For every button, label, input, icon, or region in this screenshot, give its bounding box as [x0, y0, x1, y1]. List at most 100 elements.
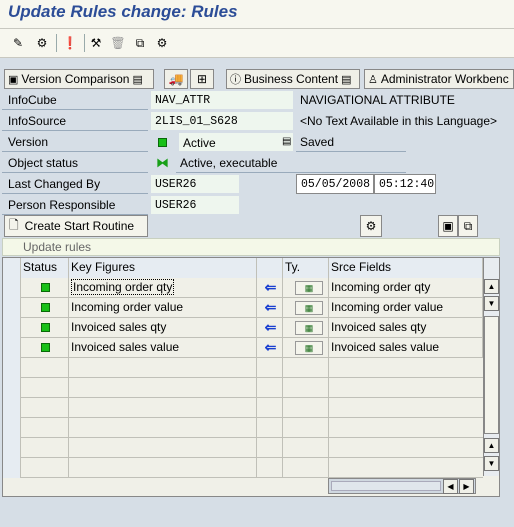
save-layout-icon[interactable]: ▣ — [438, 215, 458, 237]
source-field-cell[interactable]: Invoiced sales qty — [329, 318, 483, 338]
arrow-left-icon: ⇐ — [257, 318, 283, 338]
transport-icon[interactable]: ⚒ — [86, 33, 106, 53]
vertical-scrollbar[interactable]: ▲ ▼ ▲ ▼ — [483, 258, 499, 476]
object-status-label: Object status — [2, 153, 148, 173]
rule-type-button[interactable]: ▦ — [283, 318, 329, 338]
table-row[interactable]: Incoming order qty ⇐ ▦ Incoming order qt… — [3, 278, 483, 298]
infocube-value[interactable]: NAV_ATTR — [150, 90, 294, 110]
status-icon — [21, 298, 69, 318]
rule-type-button[interactable]: ▦ — [283, 338, 329, 358]
truck-icon[interactable]: 🚚 — [164, 69, 188, 89]
select-all-cell[interactable] — [3, 258, 21, 278]
document-icon: 🗋 — [9, 217, 19, 232]
infosource-value[interactable]: 2LIS_01_S628 — [150, 111, 294, 131]
executable-icon: ⧓ — [156, 155, 169, 170]
version-comparison-button[interactable]: ▣ Version Comparison ▤ — [4, 69, 154, 89]
status-icon — [21, 318, 69, 338]
hierarchy-icon[interactable]: ⊞ — [190, 69, 214, 89]
row-selector[interactable] — [3, 318, 21, 338]
admin-icon: ♙ — [368, 73, 378, 86]
empty-row — [3, 458, 483, 478]
empty-row — [3, 378, 483, 398]
delete-icon[interactable]: 🗑 — [108, 33, 128, 53]
activate-icon[interactable]: ⚙ — [32, 33, 52, 53]
ty-column-header[interactable]: Ty. — [283, 258, 329, 278]
source-field-cell[interactable]: Incoming order qty — [329, 278, 483, 298]
business-content-label: Business Content — [244, 72, 339, 86]
person-responsible-value[interactable]: USER26 — [150, 195, 240, 215]
key-figure-cell[interactable]: Incoming order qty — [69, 278, 257, 298]
edit-icon[interactable]: ✎ — [8, 33, 28, 53]
scroll-right-icon[interactable]: ▶ — [459, 479, 474, 494]
scroll-up-icon[interactable]: ▲ — [484, 279, 499, 294]
object-status-value: Active, executable — [176, 153, 406, 173]
dropdown-icon: ▤ — [132, 73, 143, 86]
key-figure-cell[interactable]: Incoming order value — [69, 298, 257, 318]
scroll-down-icon[interactable]: ▼ — [484, 456, 499, 471]
hscroll-thumb[interactable] — [331, 481, 441, 491]
administrator-workbench-label: Administrator Workbenc — [380, 72, 509, 86]
last-changed-time[interactable]: 05:12:40 — [374, 174, 436, 194]
version-dropdown-icon[interactable]: ▤ — [278, 132, 294, 152]
empty-row — [3, 358, 483, 378]
horizontal-scrollbar[interactable]: ◀ ▶ — [328, 478, 476, 494]
toolbar-separator — [84, 34, 85, 52]
settings-icon[interactable]: ⚙ — [152, 33, 172, 53]
key-figure-cell[interactable]: Invoiced sales qty — [69, 318, 257, 338]
arrow-left-icon: ⇐ — [257, 338, 283, 358]
empty-row — [3, 398, 483, 418]
scroll-left-icon[interactable]: ◀ — [443, 479, 458, 494]
scroll-up-icon[interactable]: ▲ — [484, 438, 499, 453]
administrator-workbench-button[interactable]: ♙ Administrator Workbenc — [364, 69, 514, 89]
key-figure-cell[interactable]: Invoiced sales value — [69, 338, 257, 358]
arrow-left-icon: ⇐ — [257, 298, 283, 318]
version-value[interactable]: Active — [178, 132, 294, 152]
row-selector[interactable] — [3, 298, 21, 318]
last-changed-value[interactable]: USER26 — [150, 174, 240, 194]
status-icon — [21, 278, 69, 298]
title-bar: Update Rules change: Rules — [0, 0, 514, 28]
rule-type-button[interactable]: ▦ — [283, 298, 329, 318]
arrow-left-icon: ⇐ — [257, 278, 283, 298]
routine-settings-icon[interactable]: ⚙ — [360, 215, 382, 237]
page-title: Update Rules change: Rules — [8, 2, 238, 21]
empty-row — [3, 438, 483, 458]
update-rules-table: Status Key Figures Ty. Srce Fields Incom… — [2, 257, 500, 497]
business-content-button[interactable]: ⓘ Business Content ▤ — [226, 69, 360, 89]
key-figures-column-header[interactable]: Key Figures — [69, 258, 257, 278]
version-label: Version — [2, 132, 148, 152]
key-figure-text: Incoming order qty — [71, 279, 175, 295]
row-selector[interactable] — [3, 338, 21, 358]
status-icon — [21, 338, 69, 358]
table-header-row: Status Key Figures Ty. Srce Fields — [3, 258, 483, 278]
table-row[interactable]: Invoiced sales qty ⇐ ▦ Invoiced sales qt… — [3, 318, 483, 338]
table-row[interactable]: Incoming order value ⇐ ▦ Incoming order … — [3, 298, 483, 318]
source-field-cell[interactable]: Incoming order value — [329, 298, 483, 318]
create-start-routine-label: Create Start Routine — [24, 219, 135, 233]
copy-layout-icon[interactable]: ⧉ — [458, 215, 478, 237]
empty-row — [3, 418, 483, 438]
version-saved: Saved — [296, 132, 406, 152]
infosource-label: InfoSource — [2, 111, 148, 131]
last-changed-label: Last Changed By — [2, 174, 148, 194]
copy-icon[interactable]: ⧉ — [130, 33, 150, 53]
last-changed-date[interactable]: 05/05/2008 — [296, 174, 374, 194]
infosource-description: <No Text Available in this Language> — [300, 114, 498, 128]
row-selector[interactable] — [3, 278, 21, 298]
table-row[interactable]: Invoiced sales value ⇐ ▦ Invoiced sales … — [3, 338, 483, 358]
toolbar-separator — [56, 34, 57, 52]
dropdown-icon: ▤ — [341, 73, 352, 86]
check-icon[interactable]: ❗ — [60, 33, 80, 53]
scroll-thumb[interactable] — [484, 316, 499, 434]
infocube-label: InfoCube — [2, 90, 148, 110]
update-rules-group-header: Update rules — [2, 238, 500, 256]
rule-type-button[interactable]: ▦ — [283, 278, 329, 298]
status-column-header[interactable]: Status — [21, 258, 69, 278]
source-field-cell[interactable]: Invoiced sales value — [329, 338, 483, 358]
scroll-down-icon[interactable]: ▼ — [484, 296, 499, 311]
infocube-description: NAVIGATIONAL ATTRIBUTE — [300, 93, 455, 107]
create-start-routine-button[interactable]: 🗋 Create Start Routine — [4, 215, 148, 237]
info-icon: ⓘ — [230, 74, 241, 86]
function-toolbar: ▣ Version Comparison ▤ 🚚 ⊞ ⓘ Business Co… — [0, 68, 514, 90]
srce-fields-column-header[interactable]: Srce Fields — [329, 258, 483, 278]
